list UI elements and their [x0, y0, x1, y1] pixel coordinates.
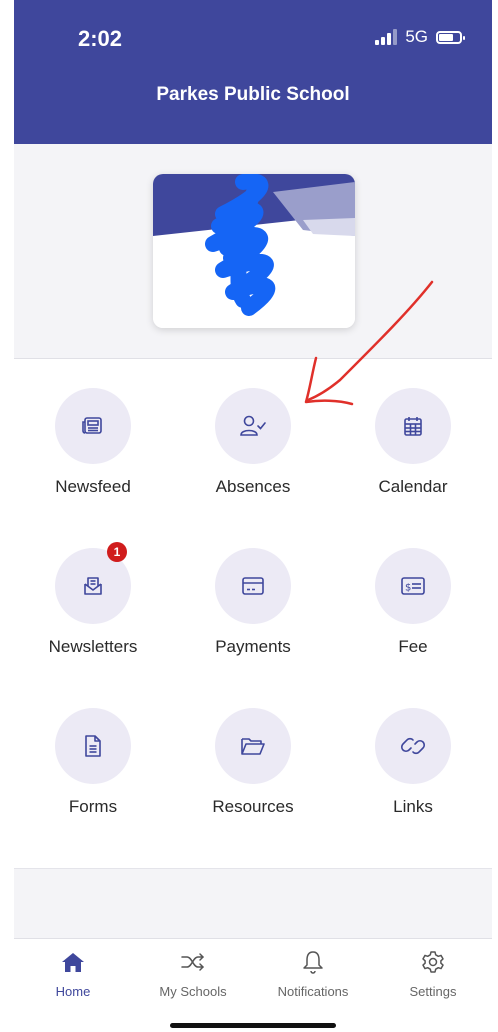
tile-label: Payments: [215, 637, 291, 656]
bottom-tab-bar: Home My Schools Notifications Settings: [14, 938, 492, 1009]
tile-payments[interactable]: Payments: [178, 548, 328, 657]
tile-links[interactable]: Links: [338, 708, 488, 817]
tab-label: Notifications: [277, 984, 349, 999]
newsfeed-button[interactable]: [55, 388, 131, 464]
newspaper-icon: [81, 414, 105, 438]
link-icon: [400, 733, 426, 759]
school-logo: [153, 174, 355, 328]
tab-notifications[interactable]: Notifications: [258, 949, 368, 999]
tab-home[interactable]: Home: [18, 949, 128, 999]
money-bill-icon: $: [400, 576, 426, 596]
tile-label: Forms: [68, 797, 118, 816]
tile-label: Newsletters: [48, 637, 138, 656]
tab-label: Home: [55, 984, 91, 999]
signal-icon: [375, 29, 398, 45]
shuffle-icon: [180, 951, 206, 976]
status-indicators: 5G: [375, 27, 465, 47]
calendar-icon: [402, 415, 424, 437]
document-icon: [83, 734, 103, 758]
page-title: Parkes Public School: [156, 84, 350, 105]
tab-label: Settings: [409, 984, 457, 999]
tab-settings[interactable]: Settings: [378, 949, 488, 999]
payments-button[interactable]: [215, 548, 291, 624]
absences-button[interactable]: [215, 388, 291, 464]
app-screen: 2:02 5G Parkes Public School Newsfeed Ab…: [0, 0, 498, 1032]
tile-calendar[interactable]: Calendar: [338, 388, 488, 497]
tile-absences[interactable]: Absences: [178, 388, 328, 497]
notification-badge: 1: [107, 542, 127, 562]
folder-icon: [240, 735, 266, 757]
calendar-button[interactable]: [375, 388, 451, 464]
tab-label: My Schools: [159, 984, 227, 999]
status-time: 2:02: [78, 26, 123, 51]
app-header: 2:02 5G Parkes Public School: [14, 0, 492, 144]
battery-icon: [436, 30, 465, 44]
tab-my-schools[interactable]: My Schools: [138, 949, 248, 999]
school-logo-area: [14, 144, 492, 359]
tile-newsfeed[interactable]: Newsfeed: [18, 388, 168, 497]
newsletters-button[interactable]: 1: [55, 542, 131, 624]
user-check-icon: [239, 414, 267, 438]
tile-resources[interactable]: Resources: [178, 708, 328, 817]
network-label: 5G: [405, 27, 428, 46]
tile-fee[interactable]: $ Fee: [338, 548, 488, 657]
tile-forms[interactable]: Forms: [18, 708, 168, 817]
bell-icon: [302, 950, 324, 977]
svg-text:$: $: [405, 583, 411, 594]
gear-icon: [421, 950, 445, 977]
credit-card-icon: [241, 576, 265, 596]
links-button[interactable]: [375, 708, 451, 784]
forms-button[interactable]: [55, 708, 131, 784]
mail-open-icon: [81, 574, 105, 598]
tile-label: Newsfeed: [55, 477, 131, 496]
home-indicator: [170, 1023, 336, 1028]
tile-newsletters[interactable]: 1 Newsletters: [18, 542, 168, 657]
tile-label: Fee: [398, 637, 428, 656]
resources-button[interactable]: [215, 708, 291, 784]
tile-label: Links: [393, 797, 433, 816]
home-icon: [61, 951, 85, 976]
tile-label: Calendar: [378, 477, 448, 496]
tile-label: Resources: [212, 797, 294, 816]
tile-label: Absences: [215, 477, 291, 496]
fee-button[interactable]: $: [375, 548, 451, 624]
